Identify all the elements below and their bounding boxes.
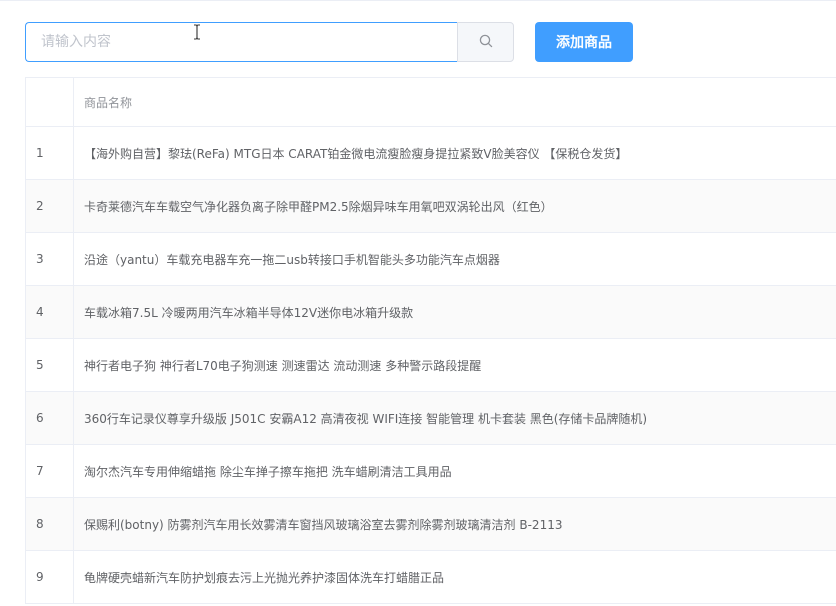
row-index: 1	[26, 127, 74, 179]
search-input[interactable]	[25, 22, 457, 62]
table-row[interactable]: 6 360行车记录仪尊享升级版 J501C 安霸A12 高清夜视 WIFI连接 智…	[26, 392, 836, 445]
table-row[interactable]: 2 卡奇莱德汽车车载空气净化器负离子除甲醛PM2.5除烟异味车用氧吧双涡轮出风（红…	[26, 180, 836, 233]
product-name: 360行车记录仪尊享升级版 J501C 安霸A12 高清夜视 WIFI连接 智能…	[84, 411, 648, 426]
product-name-column-header: 商品名称	[84, 95, 133, 110]
product-name: 龟牌硬壳蜡新汽车防护划痕去污上光抛光养护漆固体洗车打蜡腊正品	[84, 570, 445, 585]
row-index: 4	[26, 286, 74, 338]
add-product-button[interactable]: 添加商品	[535, 22, 633, 62]
table-row[interactable]: 9 龟牌硬壳蜡新汽车防护划痕去污上光抛光养护漆固体洗车打蜡腊正品	[26, 551, 836, 604]
table-row[interactable]: 1 【海外购自营】黎珐(ReFa) MTG日本 CARAT铂金微电流瘦脸瘦身提拉紧…	[26, 127, 836, 180]
table-row[interactable]: 5 神行者电子狗 神行者L70电子狗测速 测速雷达 流动测速 多种警示路段提醒	[26, 339, 836, 392]
product-name: 神行者电子狗 神行者L70电子狗测速 测速雷达 流动测速 多种警示路段提醒	[84, 358, 482, 373]
table-row[interactable]: 8 保赐利(botny) 防雾剂汽车用长效雾清车窗挡风玻璃浴室去雾剂除雾剂玻璃清洁…	[26, 498, 836, 551]
row-index: 6	[26, 392, 74, 444]
product-name: 保赐利(botny) 防雾剂汽车用长效雾清车窗挡风玻璃浴室去雾剂除雾剂玻璃清洁剂…	[84, 517, 563, 532]
search-button[interactable]	[457, 22, 514, 62]
text-cursor-icon	[193, 24, 201, 44]
row-index: 5	[26, 339, 74, 391]
row-index: 2	[26, 180, 74, 232]
index-column-header	[26, 78, 74, 126]
search-bar	[25, 22, 514, 62]
row-index: 7	[26, 445, 74, 497]
table-row[interactable]: 4 车载冰箱7.5L 冷暖两用汽车冰箱半导体12V迷你电冰箱升级款	[26, 286, 836, 339]
row-index: 3	[26, 233, 74, 285]
search-icon	[479, 33, 493, 52]
product-name: 【海外购自营】黎珐(ReFa) MTG日本 CARAT铂金微电流瘦脸瘦身提拉紧致…	[84, 146, 628, 161]
table-header: 商品名称	[26, 78, 836, 127]
product-name: 沿途（yantu）车载充电器车充一拖二usb转接口手机智能头多功能汽车点烟器	[84, 252, 500, 267]
top-divider	[0, 0, 836, 1]
product-name: 车载冰箱7.5L 冷暖两用汽车冰箱半导体12V迷你电冰箱升级款	[84, 305, 414, 320]
product-table: 商品名称 1 【海外购自营】黎珐(ReFa) MTG日本 CARAT铂金微电流瘦脸…	[25, 77, 836, 604]
product-name: 卡奇莱德汽车车载空气净化器负离子除甲醛PM2.5除烟异味车用氧吧双涡轮出风（红色…	[84, 199, 553, 214]
product-name: 淘尔杰汽车专用伸缩蜡拖 除尘车掸子擦车拖把 洗车蜡刷清洁工具用品	[84, 464, 452, 479]
table-row[interactable]: 7 淘尔杰汽车专用伸缩蜡拖 除尘车掸子擦车拖把 洗车蜡刷清洁工具用品	[26, 445, 836, 498]
table-row[interactable]: 3 沿途（yantu）车载充电器车充一拖二usb转接口手机智能头多功能汽车点烟器	[26, 233, 836, 286]
row-index: 8	[26, 498, 74, 550]
row-index: 9	[26, 551, 74, 603]
